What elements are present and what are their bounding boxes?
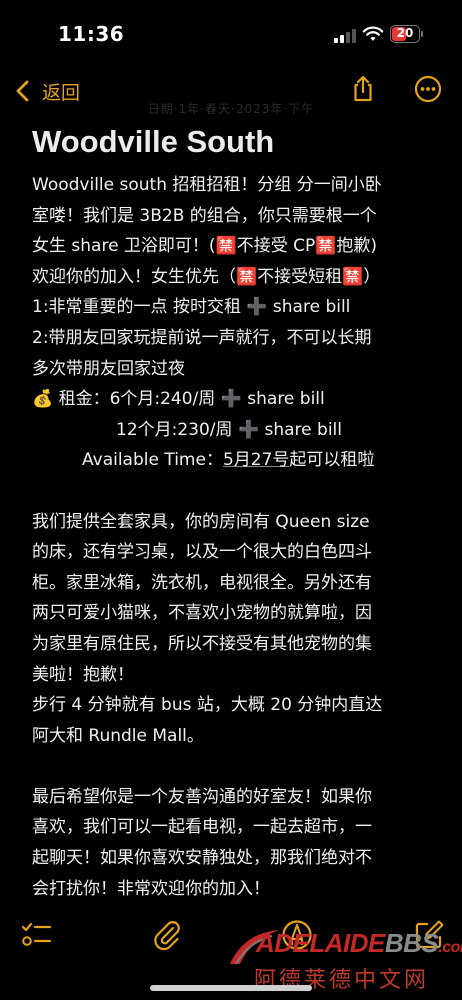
note-date-subtitle: 日期·1年·春天·2023年·下午 <box>147 102 315 116</box>
note-line: 💰 租金：6个月:240/周 ➕ share bill <box>32 389 325 410</box>
note-line: 欢迎你的加入！女生优先（🈲不接受短租🈲） <box>32 266 381 287</box>
checklist-icon[interactable] <box>20 918 54 952</box>
note-body[interactable]: Woodville south 招租招租！分组 分一间小卧 室喽！我们是 3B2… <box>32 170 438 904</box>
note-line: 的床，还有学习桌，以及一个很大的白色四斗 <box>32 542 372 563</box>
bottom-toolbar <box>0 912 462 958</box>
note-line: 柜。家里冰箱，洗衣机，电视很全。另外还有 <box>32 572 372 593</box>
note-line: 我们提供全套家具，你的房间有 Queen size <box>32 511 370 532</box>
note-line-available: Available Time：5月27号起可以租啦 <box>32 445 438 476</box>
note-line: 起聊天！如果你喜欢安静独处，那我们绝对不 <box>32 848 372 869</box>
note-line: 阿大和 Rundle Mall。 <box>32 725 204 746</box>
note-line: 12个月:230/周 ➕ share bill <box>116 419 342 440</box>
note-line: 女生 share 卫浴即可！(🈲不接受 CP🈲抱歉) <box>32 236 378 257</box>
note-line: 步行 4 分钟就有 bus 站，大概 20 分钟内直达 <box>32 695 383 716</box>
home-indicator[interactable] <box>150 985 312 991</box>
status-bar: 11:36 20 <box>0 0 462 60</box>
status-time: 11:36 <box>58 22 125 46</box>
available-date: 5月27号 <box>222 450 290 471</box>
note-line: 喜欢，我们可以一起看电视，一起去超市，一 <box>32 817 372 838</box>
note-line: 多次带朋友回家过夜 <box>32 358 185 379</box>
note-line: 室喽！我们是 3B2B 的组合，你只需要根一个 <box>32 205 377 226</box>
note-line: 2:带朋友回家玩提前说一声就行，不可以长期 <box>32 327 372 348</box>
wifi-icon <box>362 26 384 41</box>
note-line: 最后希望你是一个友善沟通的好室友！如果你 <box>32 786 372 807</box>
note-line: 美啦！抱歉！ <box>32 664 134 685</box>
battery-level: 20 <box>396 26 414 40</box>
note-line: 1:非常重要的一点 按时交租 ➕ share bill <box>32 297 351 318</box>
note-line: Woodville south 招租招租！分组 分一间小卧 <box>32 175 382 195</box>
battery-icon: 20 <box>390 25 420 43</box>
note-line: 两只可爱小猫咪，不喜欢小宠物的就算啦，因 <box>32 603 372 624</box>
compose-icon[interactable] <box>412 918 446 952</box>
note-title[interactable]: Woodville South <box>32 124 274 160</box>
note-line: 为家里有原住民，所以不接受有其他宠物的集 <box>32 633 372 654</box>
paperclip-icon[interactable] <box>150 918 184 952</box>
available-suffix: 起可以租啦 <box>289 450 375 471</box>
available-label: Available Time： <box>82 450 223 471</box>
note-line: 会打扰你！非常欢迎你的加入！ <box>32 878 270 899</box>
pen-circle-icon[interactable] <box>280 918 314 952</box>
cellular-signal-icon <box>334 29 356 43</box>
